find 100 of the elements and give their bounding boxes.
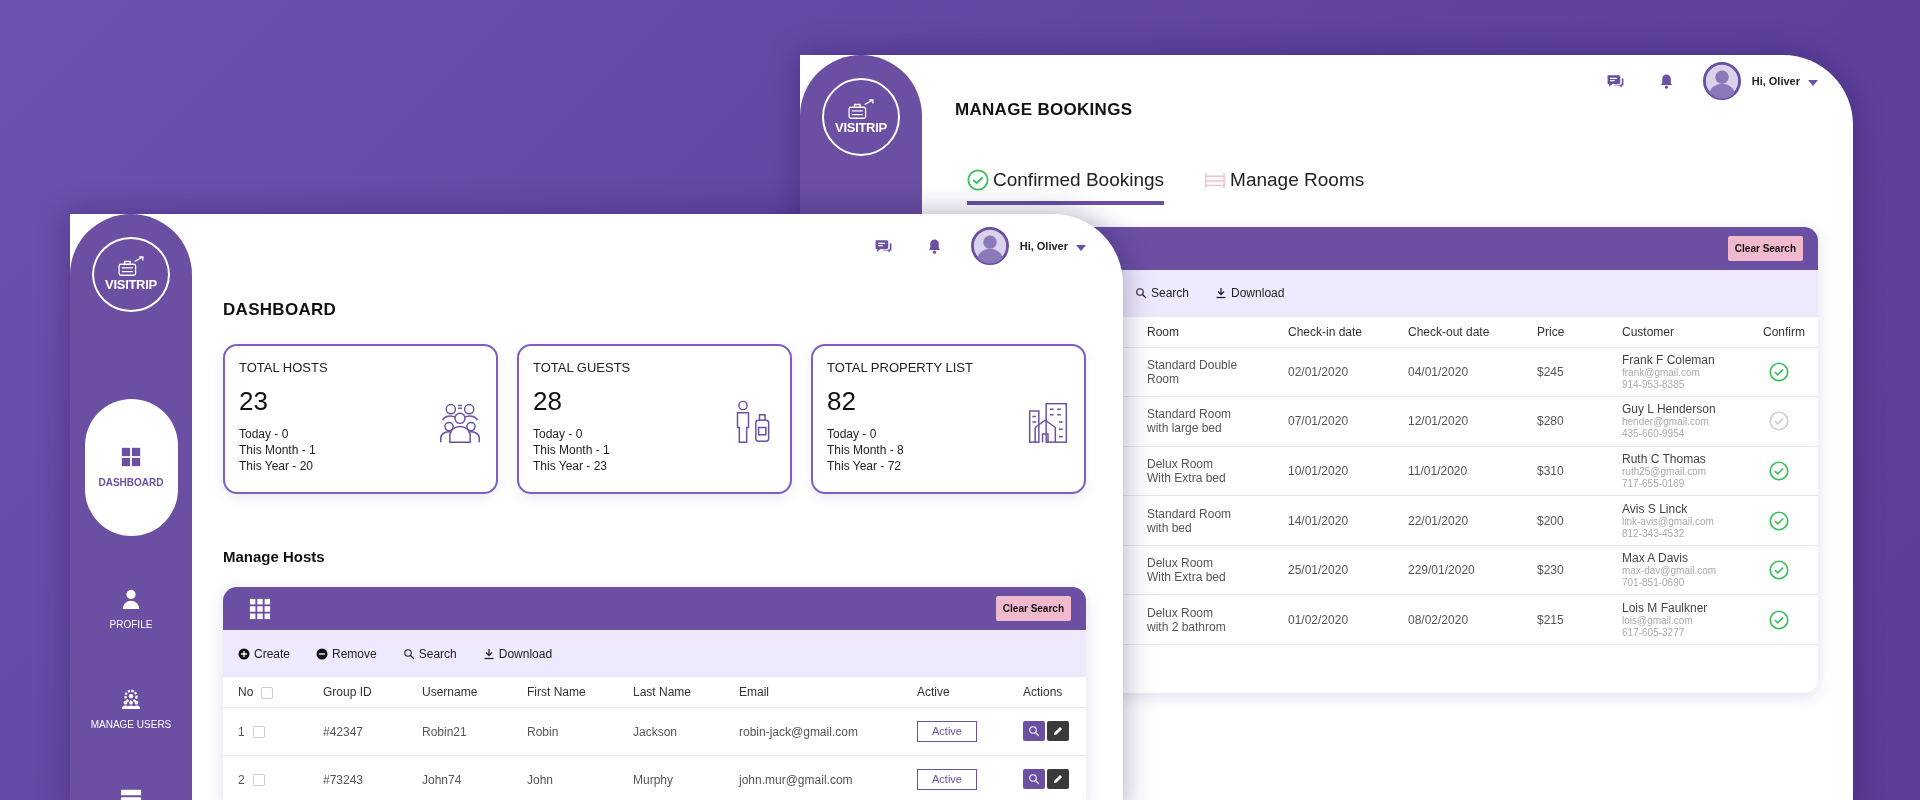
toolbar-button[interactable]: Search: [402, 644, 457, 663]
tab[interactable]: Manage Rooms: [1204, 166, 1365, 205]
column-header: Group ID: [323, 684, 373, 701]
table-cell-text: 04/01/2020: [1408, 363, 1470, 381]
clear-search-button[interactable]: Clear Search: [995, 596, 1071, 621]
customer-name: Guy L Henderson: [1622, 402, 1717, 417]
stat-detail: This Year - 23: [533, 458, 609, 474]
table-cell-text: John74: [422, 771, 463, 789]
check-circle-icon: [967, 169, 989, 192]
toolbar-button[interactable]: Remove: [316, 644, 377, 663]
user-avatar-icon: [1702, 62, 1741, 100]
stat-value: 23: [239, 386, 269, 416]
page-title: DASHBOARD: [223, 299, 338, 321]
table-cell-text: Robin21: [422, 723, 468, 741]
person-icon: [120, 588, 142, 610]
stat-value: 28: [533, 386, 563, 416]
caret-icon: [1808, 80, 1818, 86]
column-header: Check-out date: [1408, 323, 1491, 341]
tab[interactable]: Confirmed Bookings: [967, 166, 1165, 205]
status-badge: Active: [917, 721, 977, 742]
table-cell-text: 12/01/2020: [1408, 413, 1470, 431]
search-icon: [1135, 287, 1147, 299]
table-cell-text: #42347: [323, 723, 365, 741]
select-all-checkbox[interactable]: [261, 686, 274, 699]
toolbar-button[interactable]: Download: [1215, 284, 1285, 302]
stat-title: TOTAL HOSTS: [239, 360, 328, 376]
table-cell-text: robin-jack@gmail.com: [739, 723, 859, 741]
customer-name: Avis S Linck: [1622, 501, 1689, 516]
table-cell-text: $310: [1537, 463, 1565, 480]
stat-detail: Today - 0: [827, 426, 878, 442]
table-cell-text: Standard Room with large bed: [1147, 407, 1233, 436]
table-cell-text: Jackson: [633, 723, 679, 741]
table-cell-text: john.mur@gmail.com: [739, 771, 854, 789]
nav-item[interactable]: DASHBOARD: [84, 399, 178, 536]
user-avatar-icon: [970, 227, 1009, 265]
column-header: Confirm: [1762, 323, 1806, 341]
table-cell-text: 11/01/2020: [1408, 463, 1469, 480]
user-name[interactable]: Hi, Oliver: [1019, 237, 1068, 255]
grid-icon: [120, 445, 142, 468]
table-cell-text: Standard Room with bed: [1147, 506, 1233, 535]
edit-button[interactable]: [1047, 769, 1069, 789]
table-cell-text: 22/01/2020: [1408, 512, 1470, 530]
customer-phone: 701-851-0690: [1622, 577, 1686, 590]
customer-name: Ruth C Thomas: [1622, 452, 1707, 466]
pencil-icon: [1052, 773, 1064, 785]
table-cell-text: 08/02/2020: [1408, 611, 1470, 629]
pencil-icon: [1052, 725, 1064, 737]
customer-email: lois@gmail.com: [1622, 614, 1694, 627]
column-header: Username: [422, 684, 479, 701]
stat-detail: This Month - 1: [239, 442, 317, 458]
table-cell-text: $245: [1537, 363, 1565, 381]
status-badge: Active: [917, 769, 977, 790]
customer-name: Lois M Faulkner: [1622, 600, 1709, 615]
table-cell-text: 01/02/2020: [1288, 611, 1350, 629]
page-title: MANAGE BOOKINGS: [955, 99, 1134, 121]
customer-phone: 617-605-3277: [1622, 626, 1686, 639]
row-checkbox[interactable]: [252, 726, 265, 739]
row-number: 2: [238, 772, 245, 787]
user-name[interactable]: Hi, Oliver: [1751, 72, 1800, 90]
stat-title: TOTAL GUESTS: [533, 360, 631, 376]
buildings-icon: [1026, 400, 1070, 444]
column-header: Last Name: [633, 684, 693, 701]
suitcase-plane-icon: [846, 98, 876, 121]
table-cell-text: Delux Room With Extra bed: [1147, 457, 1227, 485]
table-cell-text: $215: [1537, 611, 1565, 629]
column-header: Price: [1537, 323, 1566, 341]
view-button[interactable]: [1023, 769, 1045, 789]
column-header: Actions: [1023, 684, 1064, 701]
column-header: Check-in date: [1288, 323, 1364, 341]
stat-title: TOTAL PROPERTY LIST: [827, 360, 973, 376]
edit-button[interactable]: [1047, 721, 1069, 741]
logo-text: VISITRIP: [105, 278, 157, 293]
customer-phone: 914-953-8385: [1622, 378, 1686, 391]
toolbar-button[interactable]: Download: [482, 644, 553, 663]
table-cell-text: Robin: [527, 723, 560, 741]
row-checkbox[interactable]: [252, 774, 265, 787]
minus-circle-icon: [316, 647, 329, 660]
table-cell-text: #73243: [323, 771, 365, 789]
caret-icon: [1076, 245, 1086, 251]
toolbar-button[interactable]: Search: [1135, 284, 1190, 302]
table-cell-text: $230: [1537, 562, 1565, 580]
stat-detail: Today - 0: [239, 426, 290, 442]
plus-circle-icon: [238, 647, 250, 660]
table-cell-text: Delux Room With Extra bed: [1147, 556, 1227, 585]
customer-email: max-dav@gmail.com: [1622, 565, 1718, 578]
stat-detail: This Year - 20: [239, 458, 315, 474]
nav-item[interactable]: MANAGE USERS: [81, 684, 181, 736]
column-header: First Name: [527, 684, 587, 701]
nav-item[interactable]: PROFILE: [81, 584, 181, 636]
table-cell-text: Murphy: [633, 771, 674, 789]
clear-search-button[interactable]: Clear Search: [1727, 235, 1803, 261]
stat-detail: This Month - 8: [827, 442, 905, 458]
view-button[interactable]: [1023, 721, 1045, 741]
customer-name: Max A Davis: [1622, 551, 1690, 566]
table-cell-text: 02/01/2020: [1288, 363, 1350, 381]
stat-detail: This Year - 72: [827, 458, 903, 474]
customer-email: ruth25@gmail.com: [1622, 466, 1708, 478]
table-cell-text: John: [527, 771, 555, 789]
table-cell-text: $280: [1537, 413, 1565, 431]
toolbar-button[interactable]: Create: [238, 644, 291, 663]
